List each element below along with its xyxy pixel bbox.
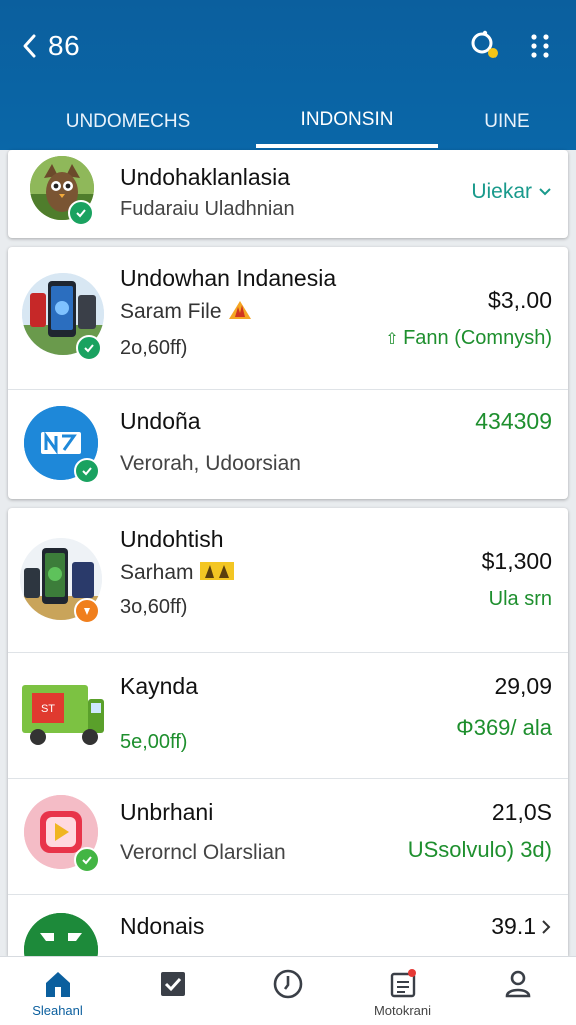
back-button[interactable]: 86 bbox=[20, 28, 80, 64]
nav-label: Motokrani bbox=[373, 1003, 432, 1018]
shield-icon bbox=[84, 608, 90, 615]
more-options-button[interactable] bbox=[520, 26, 560, 66]
pinned-card[interactable]: Undohaklanlasia Fudaraiu Uladhnian Uieka… bbox=[8, 150, 568, 238]
nav-tasks[interactable] bbox=[115, 957, 230, 1025]
verified-badge bbox=[74, 458, 100, 484]
nav-profile[interactable] bbox=[460, 957, 575, 1025]
truck-icon: ST bbox=[22, 685, 104, 745]
item-amount: 21,0S bbox=[491, 799, 552, 825]
checkbox-icon bbox=[156, 967, 190, 1001]
item-subtitle: Saram File bbox=[120, 299, 253, 324]
item-meta: 2o,60ff) bbox=[120, 337, 188, 359]
back-arrow-icon bbox=[23, 34, 36, 58]
pinned-dropdown[interactable]: Uiekar bbox=[471, 180, 552, 204]
item-title: Undohtish bbox=[120, 526, 224, 552]
check-icon bbox=[82, 856, 92, 865]
item-title: Unbrhani bbox=[120, 799, 214, 825]
item-status: USsolvulo) 3d) bbox=[407, 837, 552, 862]
search-icon bbox=[471, 30, 498, 58]
item-subtitle: Sarham bbox=[120, 560, 235, 585]
item-title: Ndonais bbox=[120, 913, 205, 939]
verified-badge bbox=[74, 847, 100, 873]
item-title: Undowhan Indanesia bbox=[120, 265, 337, 291]
clock-icon bbox=[271, 967, 305, 1001]
item-status: ⇧ Fann (Comnysh) bbox=[385, 327, 552, 349]
up-arrow-icon: ⇧ bbox=[385, 331, 404, 348]
green-app-avatar bbox=[24, 913, 98, 956]
transactions-group-1: Undowhan Indanesia Saram File 2o,60ff) $… bbox=[8, 247, 568, 499]
tab-uine[interactable]: UINE bbox=[438, 96, 576, 148]
item-amount: $1,300 bbox=[481, 548, 552, 574]
verified-badge bbox=[76, 335, 102, 361]
nav-label: Sleahanl bbox=[32, 1003, 83, 1018]
warning-icon bbox=[229, 301, 252, 319]
item-meta: 5e,00ff) bbox=[120, 731, 188, 753]
item-title: Kaynda bbox=[120, 673, 199, 699]
item-subtitle: Verorncl Olarslian bbox=[120, 841, 286, 864]
dropdown-label: Uiekar bbox=[471, 180, 532, 203]
list-item[interactable]: Undoña Verorah, Udoorsian 434309 bbox=[8, 389, 568, 499]
list-item[interactable]: Undowhan Indanesia Saram File 2o,60ff) $… bbox=[8, 247, 568, 389]
more-vertical-icon bbox=[531, 34, 549, 58]
truck-avatar: ST bbox=[20, 679, 106, 749]
shop-icon bbox=[24, 913, 98, 956]
warning-icon bbox=[200, 562, 235, 580]
check-icon bbox=[76, 209, 86, 218]
tab-undomechs[interactable]: UNDOMECHS bbox=[0, 96, 256, 148]
bottom-navigation: Sleahanl Motokrani bbox=[0, 956, 576, 1025]
back-count: 86 bbox=[48, 30, 81, 61]
transactions-group-2: Undohtish Sarham 3o,60ff) $1,300 Ula srn… bbox=[8, 508, 568, 956]
nav-history[interactable] bbox=[230, 957, 345, 1025]
chevron-right-icon bbox=[542, 919, 551, 934]
clipboard-icon bbox=[386, 967, 420, 1001]
pinned-subtitle: Fudaraiu Uladhnian bbox=[120, 198, 295, 220]
item-amount: 434309 bbox=[475, 408, 552, 434]
item-status: Ula srn bbox=[488, 588, 552, 610]
item-amount: 29,09 bbox=[494, 673, 552, 699]
verified-badge bbox=[68, 200, 94, 226]
item-amount: $3,.00 bbox=[488, 287, 552, 313]
app-bar: 86 UNDOMECHS INDONSIN UINE bbox=[0, 0, 576, 150]
nav-orders[interactable]: Motokrani bbox=[345, 957, 460, 1025]
item-subtitle: Verorah, Udoorsian bbox=[120, 452, 301, 475]
item-meta: 3o,60ff) bbox=[120, 596, 188, 618]
list-item[interactable]: Ndonais 39.1 bbox=[8, 894, 568, 956]
check-icon bbox=[82, 467, 92, 476]
check-icon bbox=[84, 344, 94, 353]
list-item[interactable]: Unbrhani Verorncl Olarslian 21,0S USsolv… bbox=[8, 778, 568, 895]
tab-bar: UNDOMECHS INDONSIN UINE bbox=[0, 96, 576, 150]
list-item[interactable]: Undohtish Sarham 3o,60ff) $1,300 Ula srn bbox=[8, 508, 568, 652]
profile-icon bbox=[501, 967, 535, 1001]
item-title: Undoña bbox=[120, 408, 201, 434]
item-amount: 39.1 bbox=[491, 913, 552, 940]
search-button[interactable] bbox=[464, 26, 504, 66]
list-item[interactable]: ST Kaynda 5e,00ff) 29,09 Φ369/ ala bbox=[8, 652, 568, 779]
tab-indonsin[interactable]: INDONSIN bbox=[256, 96, 438, 148]
item-status: Φ369/ ala bbox=[456, 715, 552, 740]
svg-text:ST: ST bbox=[41, 703, 55, 715]
status-badge bbox=[74, 598, 100, 624]
home-icon bbox=[41, 967, 75, 1001]
pinned-title: Undohaklanlasia bbox=[120, 164, 291, 190]
chevron-down-icon bbox=[539, 188, 551, 196]
nav-home[interactable]: Sleahanl bbox=[0, 957, 115, 1025]
